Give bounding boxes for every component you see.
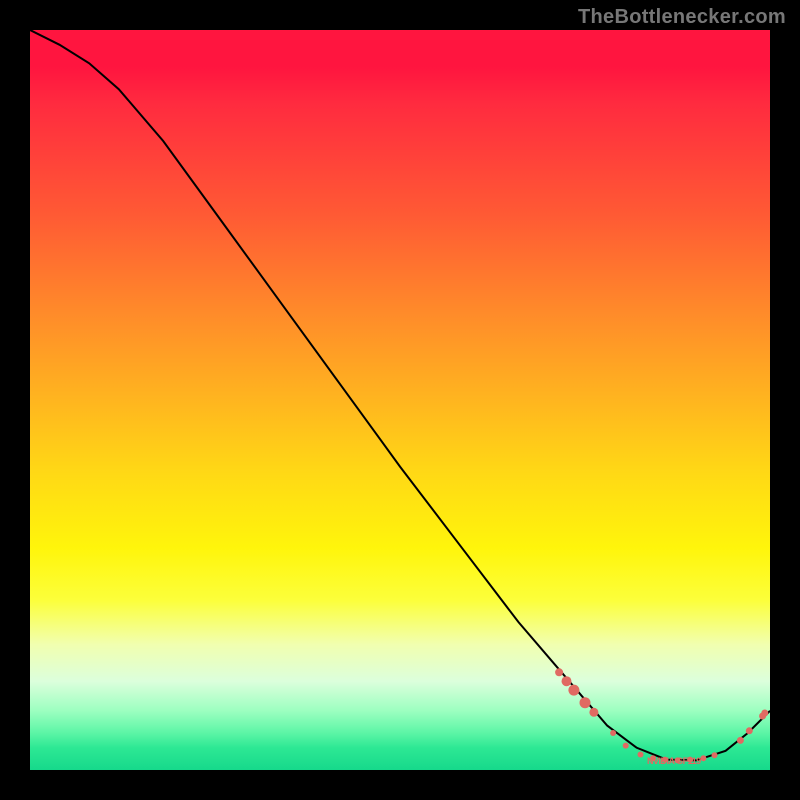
data-marker [638, 752, 644, 758]
data-marker [562, 676, 572, 686]
data-marker [610, 730, 616, 736]
data-marker [746, 727, 753, 734]
data-marker [623, 743, 629, 749]
chart-svg: NVIDIA GF119 [30, 30, 770, 770]
x-axis-line [28, 770, 772, 772]
data-marker [555, 668, 563, 676]
data-markers [555, 668, 768, 763]
data-marker [589, 708, 598, 717]
data-marker [568, 685, 579, 696]
data-marker [712, 752, 718, 758]
chart-stage: TheBottlenecker.com NVIDIA GF119 [0, 0, 800, 800]
data-marker [700, 755, 706, 761]
data-marker [737, 737, 744, 744]
data-marker [580, 697, 591, 708]
axis-label: NVIDIA GF119 [647, 756, 701, 766]
bottleneck-curve [30, 30, 770, 760]
watermark-text: TheBottlenecker.com [578, 6, 786, 29]
data-marker [761, 710, 768, 717]
plot-area: NVIDIA GF119 [30, 30, 770, 770]
